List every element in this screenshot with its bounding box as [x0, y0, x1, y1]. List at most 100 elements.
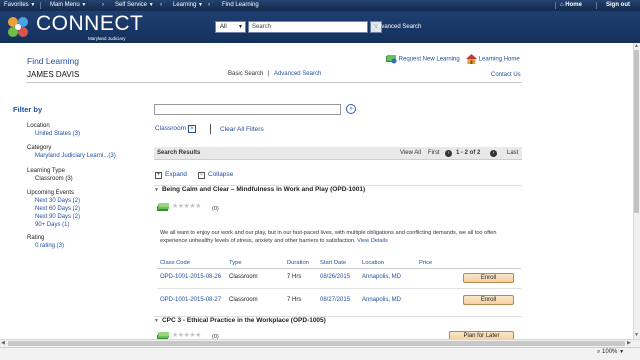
search-mode-links: Basic Search | Advanced Search: [228, 71, 321, 77]
filter-option: Classroom (3): [35, 176, 73, 182]
vertical-scroll-thumb[interactable]: [634, 50, 639, 213]
enroll-button[interactable]: Enroll: [463, 295, 514, 305]
brand-subtitle: Maryland Judiciary: [88, 36, 126, 41]
column-header: Price: [419, 260, 433, 266]
browser-status-bar: [0, 347, 640, 360]
filter-heading: Rating: [27, 235, 45, 241]
zoom-control[interactable]: ⌕ 100% ▼: [597, 349, 624, 356]
filter-option[interactable]: United States (3): [27, 130, 80, 138]
rating-stars: ★★★★★: [172, 203, 201, 210]
contact-us-link[interactable]: Contact Us: [491, 72, 521, 78]
class-start-date[interactable]: 08/26/2015: [320, 274, 350, 280]
dropdown-arrow-icon: ▼: [81, 2, 87, 8]
column-header: Type: [229, 260, 242, 266]
class-code-link[interactable]: OPD-1001-2015-08-27: [160, 297, 221, 303]
filter-option[interactable]: Maryland Judiciary Learni...(3): [27, 152, 116, 160]
course-title: Being Calm and Clear – Mindfulness in Wo…: [161, 186, 366, 193]
learning-search-input[interactable]: [154, 104, 341, 115]
dropdown-arrow-icon: ▼: [30, 2, 36, 8]
filter-option[interactable]: Next 90 Days (2): [27, 213, 80, 221]
class-location[interactable]: Annapolis, MD: [362, 274, 401, 280]
minus-icon: −: [198, 172, 205, 179]
collapse-triangle-icon: ▼: [154, 187, 159, 193]
chevron-down-icon: ▼: [619, 349, 625, 355]
header-advanced-search-link[interactable]: Advanced Search: [374, 24, 421, 30]
scroll-right-icon[interactable]: ▶: [627, 340, 631, 346]
remove-filter-icon[interactable]: ×: [188, 125, 197, 133]
result-range: 1 - 2 of 2: [456, 150, 481, 156]
favorites-menu[interactable]: Favorites ▼: [4, 0, 35, 11]
last-page-link[interactable]: Last: [507, 150, 518, 156]
breadcrumb-arrow-icon: ›: [102, 2, 104, 8]
learning-home-link[interactable]: Learning Home: [466, 54, 520, 64]
brand-title: CONNECT: [36, 12, 144, 35]
horizontal-scroll-thumb[interactable]: [8, 341, 625, 346]
filter-option[interactable]: Next 60 Days (2): [27, 205, 80, 213]
search-go-icon[interactable]: »: [346, 104, 356, 114]
filter-group-upcoming-events: Upcoming Events Next 30 Days (2) Next 60…: [27, 189, 80, 229]
search-scope-select[interactable]: All ▼: [215, 21, 246, 33]
scroll-left-icon[interactable]: ◀: [1, 340, 5, 346]
filter-group-learning-type: Learning Type Classroom (3): [27, 167, 73, 183]
connect-logo-icon: [8, 17, 28, 37]
scroll-up-icon[interactable]: ▲: [634, 43, 639, 49]
divider: [26, 82, 522, 83]
breadcrumb-arrow-icon: ›: [160, 2, 162, 8]
filter-option[interactable]: 90+ Days (1): [27, 221, 80, 229]
column-header: Duration: [287, 260, 309, 266]
dropdown-arrow-icon: ▼: [198, 2, 203, 8]
filter-option[interactable]: Next 30 Days (2): [27, 197, 80, 205]
active-filter-label: Classroom: [155, 125, 187, 132]
rating-count: (0): [212, 206, 219, 212]
search-results-label: Search Results: [157, 150, 201, 156]
filter-heading: Category: [27, 145, 52, 151]
scroll-down-icon[interactable]: ▼: [634, 332, 639, 338]
filter-option[interactable]: 0 rating (3): [27, 242, 64, 250]
divider: [157, 268, 521, 269]
self-service-menu[interactable]: Self Service ▼: [115, 0, 154, 11]
clear-all-filters-link[interactable]: Clear All Filters: [220, 126, 264, 133]
class-type: Classroom: [229, 297, 258, 303]
nav-separator: [555, 2, 556, 9]
class-location[interactable]: Annapolis, MD: [362, 297, 401, 303]
course-header[interactable]: ▼ CPC 3 - Ethical Practice in the Workpla…: [154, 316, 522, 327]
request-new-learning-link[interactable]: Request New Learning: [385, 54, 460, 64]
filter-group-category: Category Maryland Judiciary Learni...(3): [27, 144, 116, 160]
rating-stars: ★★★★★: [172, 332, 201, 339]
class-code-link[interactable]: OPD-1001-2015-08-26: [160, 274, 221, 280]
view-all-link[interactable]: View All: [400, 150, 421, 156]
search-results-bar: Search Results View All First ‹ 1 - 2 of…: [154, 147, 522, 160]
expand-button[interactable]: + Expand: [155, 171, 187, 179]
learning-menu[interactable]: Learning ▼: [173, 0, 203, 11]
book-add-icon: [386, 55, 397, 64]
filter-heading: Location: [27, 123, 50, 129]
chevron-down-icon: ▼: [238, 24, 243, 30]
filter-group-rating: Rating 0 rating (3): [27, 234, 64, 250]
course-description: We all want to enjoy our work and our pl…: [160, 230, 497, 244]
previous-page-icon[interactable]: ‹: [445, 150, 452, 157]
class-duration: 7 Hrs: [287, 274, 302, 280]
breadcrumb-find-learning[interactable]: Find Learning: [222, 0, 259, 11]
class-type: Classroom: [229, 274, 258, 280]
sign-out-link[interactable]: Sign out: [606, 0, 630, 11]
global-search-input[interactable]: Search: [248, 21, 368, 33]
home-link[interactable]: ⌂ Home: [560, 0, 582, 11]
course-header[interactable]: ▼ Being Calm and Clear – Mindfulness in W…: [154, 185, 522, 196]
view-details-link[interactable]: View Details: [357, 238, 388, 244]
basic-search-label: Basic Search: [228, 71, 264, 77]
column-header: Class Code: [160, 260, 190, 266]
next-page-icon[interactable]: ›: [490, 150, 497, 157]
filter-group-location: Location United States (3): [27, 122, 80, 138]
divider: [210, 124, 211, 134]
active-filter-chip: Classroom ×: [155, 125, 197, 133]
first-page-link[interactable]: First: [428, 150, 440, 156]
advanced-search-link[interactable]: Advanced Search: [274, 71, 321, 77]
class-duration: 7 Hrs: [287, 297, 302, 303]
collapse-button[interactable]: − Collapse: [198, 171, 233, 179]
enroll-button[interactable]: Enroll: [463, 273, 514, 283]
separator: |: [268, 71, 270, 77]
page-title: Find Learning: [27, 56, 79, 66]
class-start-date[interactable]: 08/27/2015: [320, 297, 350, 303]
main-menu[interactable]: Main Menu ▼: [50, 0, 86, 11]
breadcrumb-arrow-icon: ›: [208, 2, 210, 8]
